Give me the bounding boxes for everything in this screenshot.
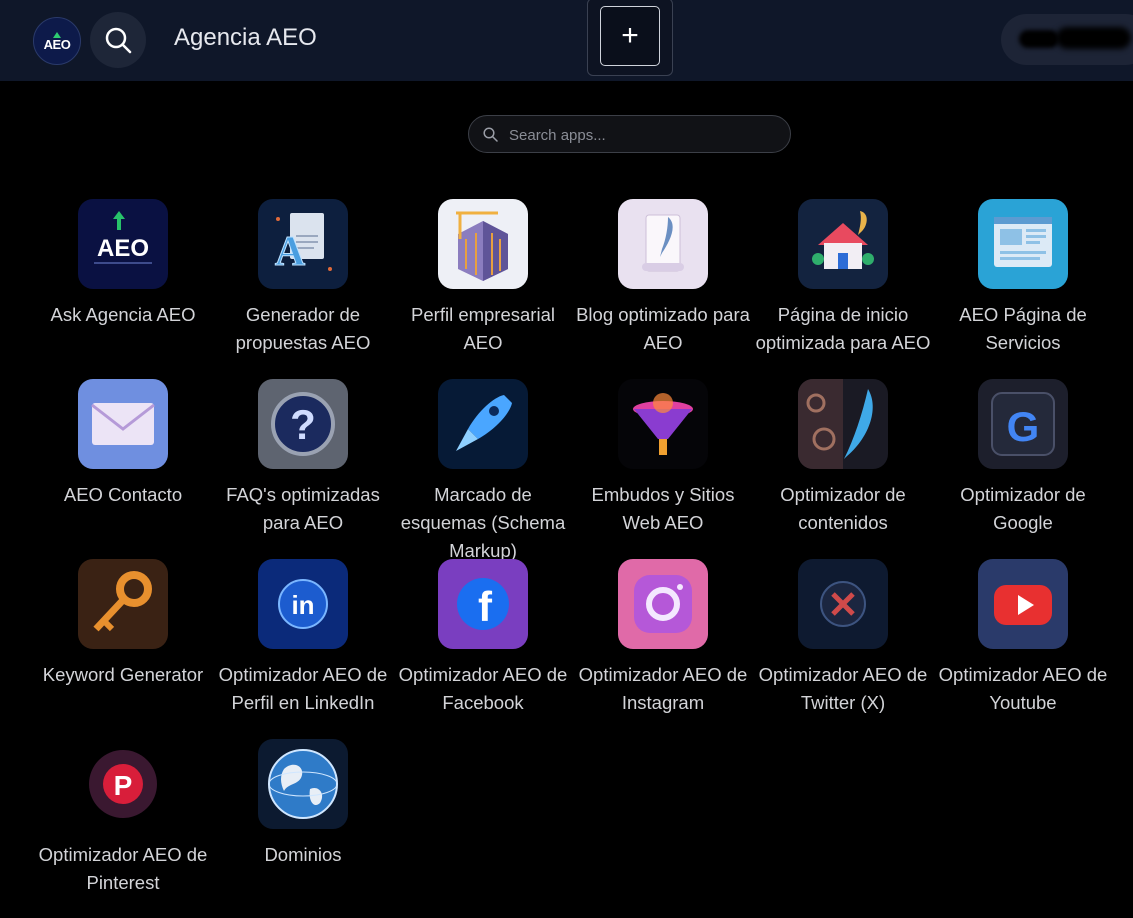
app-label: Optimizador de Google — [960, 484, 1086, 533]
rocket-icon — [438, 379, 528, 469]
envelope-icon — [78, 379, 168, 469]
svg-text:P: P — [114, 770, 133, 801]
feather-pattern-icon — [798, 379, 888, 469]
svg-text:?: ? — [290, 401, 316, 448]
quill-scroll-icon — [618, 199, 708, 289]
add-button-container: + — [587, 0, 673, 76]
search-button[interactable] — [90, 12, 146, 68]
search-apps-input[interactable] — [507, 116, 781, 154]
app-tile[interactable]: AEO Contacto — [33, 378, 213, 558]
search-apps-box — [468, 115, 791, 154]
svg-text:A: A — [275, 229, 306, 275]
app-tile[interactable]: Marcado de esquemas (Schema Markup) — [393, 378, 573, 561]
app-label: Blog optimizado para AEO — [576, 304, 750, 353]
app-label: AEO Página de Servicios — [959, 304, 1087, 353]
search-icon — [483, 127, 498, 142]
app-title: Agencia AEO — [174, 24, 317, 51]
app-label: Ask Agencia AEO — [50, 304, 196, 325]
app-tile[interactable]: A Generador de propuestas AEO — [213, 198, 393, 378]
app-label: Keyword Generator — [42, 664, 204, 685]
app-tile[interactable]: f Optimizador AEO de Facebook — [393, 558, 573, 738]
app-tile[interactable]: Optimizador de contenidos — [753, 378, 933, 558]
app-tile[interactable]: Optimizador AEO de Instagram — [573, 558, 753, 738]
app-label: Marcado de esquemas (Schema Markup) — [400, 484, 566, 561]
app-label: Optimizador AEO de Perfil en LinkedIn — [218, 664, 388, 713]
app-tile[interactable]: Optimizador AEO de Youtube — [933, 558, 1113, 738]
globe-icon — [258, 739, 348, 829]
user-menu[interactable] — [1001, 14, 1133, 65]
webpage-layout-icon — [978, 199, 1068, 289]
app-label: Optimizador AEO de Instagram — [578, 664, 748, 713]
app-tile[interactable]: Optimizador AEO de Twitter (X) — [753, 558, 933, 738]
funnel-icon — [618, 379, 708, 469]
app-tile[interactable]: ? FAQ's optimizadas para AEO — [213, 378, 393, 558]
youtube-icon — [978, 559, 1068, 649]
instagram-icon — [618, 559, 708, 649]
app-grid: AEO Ask Agencia AEO A Generador de propu… — [33, 198, 1133, 918]
app-label: AEO Contacto — [63, 484, 183, 505]
app-label: FAQ's optimizadas para AEO — [226, 484, 380, 533]
svg-text:in: in — [291, 590, 314, 620]
svg-text:AEO: AEO — [97, 235, 149, 262]
app-label: Optimizador AEO de Twitter (X) — [758, 664, 928, 713]
search-icon — [105, 27, 132, 54]
google-icon: G — [978, 379, 1068, 469]
logo-text: AEO — [43, 36, 71, 52]
question-mark-icon: ? — [258, 379, 348, 469]
app-tile[interactable]: G Optimizador de Google — [933, 378, 1113, 558]
aeo-logo-icon: AEO — [78, 199, 168, 289]
pinterest-icon: P — [78, 739, 168, 829]
linkedin-icon: in — [258, 559, 348, 649]
redacted-avatar — [1019, 30, 1059, 48]
app-label: Optimizador AEO de Youtube — [938, 664, 1108, 713]
svg-text:G: G — [1007, 403, 1040, 450]
redacted-username — [1056, 27, 1131, 49]
app-label: Perfil empresarial AEO — [411, 304, 555, 353]
app-label: Página de inicio optimizada para AEO — [755, 304, 931, 353]
app-tile[interactable]: Página de inicio optimizada para AEO — [753, 198, 933, 378]
app-tile[interactable]: AEO Ask Agencia AEO — [33, 198, 213, 378]
app-tile[interactable]: Blog optimizado para AEO — [573, 198, 753, 378]
key-icon — [78, 559, 168, 649]
x-twitter-icon — [798, 559, 888, 649]
app-tile[interactable]: in Optimizador AEO de Perfil en LinkedIn — [213, 558, 393, 738]
app-tile[interactable]: Keyword Generator — [33, 558, 213, 738]
app-tile[interactable]: AEO Página de Servicios — [933, 198, 1113, 378]
app-label: Optimizador AEO de Pinterest — [38, 844, 208, 893]
app-label: Optimizador AEO de Facebook — [398, 664, 568, 713]
facebook-icon: f — [438, 559, 528, 649]
top-bar: AEO Agencia AEO + — [0, 0, 1133, 81]
add-button[interactable]: + — [600, 6, 660, 66]
svg-text:f: f — [478, 583, 493, 630]
plus-icon: + — [621, 19, 639, 52]
house-icon — [798, 199, 888, 289]
building-construction-icon — [438, 199, 528, 289]
app-tile[interactable]: Dominios — [213, 738, 393, 918]
app-label: Optimizador de contenidos — [780, 484, 906, 533]
app-tile[interactable]: Perfil empresarial AEO — [393, 198, 573, 378]
app-label: Dominios — [264, 844, 342, 865]
app-tile[interactable]: Embudos y Sitios Web AEO — [573, 378, 753, 558]
document-a-icon: A — [258, 199, 348, 289]
app-label: Embudos y Sitios Web AEO — [591, 484, 735, 533]
agency-logo[interactable]: AEO — [33, 17, 81, 65]
app-label: Generador de propuestas AEO — [235, 304, 371, 353]
app-tile[interactable]: P Optimizador AEO de Pinterest — [33, 738, 213, 918]
